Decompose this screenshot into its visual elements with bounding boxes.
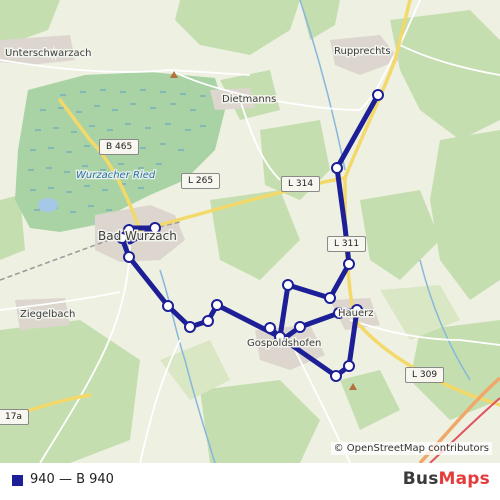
brand-part-maps: Maps [438, 469, 490, 489]
bus-stop-marker[interactable] [330, 370, 342, 382]
road-shield-l311: L 311 [327, 236, 367, 252]
bus-stop-marker[interactable] [294, 321, 306, 333]
bus-stop-marker[interactable] [282, 279, 294, 291]
bus-stop-marker[interactable] [162, 300, 174, 312]
bus-stop-marker[interactable] [343, 360, 355, 372]
road-shield-l314: L 314 [281, 176, 321, 192]
place-label-unterschwarzach: Unterschwarzach [5, 48, 92, 59]
place-label-gospoldshofen: Gospoldshofen [247, 338, 321, 349]
map-svg: Unterschwarzach Rupprechts Dietmanns Zie… [0, 0, 500, 463]
brand-part-bus: Bus [402, 469, 439, 489]
bus-stop-marker[interactable] [211, 299, 223, 311]
wetland-label: Wurzacher Ried [76, 170, 156, 181]
map-canvas[interactable]: Unterschwarzach Rupprechts Dietmanns Zie… [0, 0, 500, 463]
route-color-swatch [12, 475, 23, 486]
bus-stop-marker[interactable] [324, 292, 336, 304]
route-legend-label: 940 — B 940 [30, 472, 114, 487]
bus-stop-marker[interactable] [331, 162, 343, 174]
busmaps-logo[interactable]: BusMaps [403, 469, 490, 489]
bus-stop-marker[interactable] [123, 251, 135, 263]
road-shield-l309: L 309 [405, 367, 445, 383]
bus-stop-marker[interactable] [184, 321, 196, 333]
road-shield-l265: L 265 [181, 173, 221, 189]
place-label-dietmanns: Dietmanns [222, 94, 276, 105]
place-label-bad-wurzach: Bad Wurzach [98, 229, 177, 243]
map-attribution[interactable]: © OpenStreetMap contributors [330, 442, 492, 455]
bus-stop-marker[interactable] [264, 322, 276, 334]
road-shield-b465: B 465 [99, 139, 140, 155]
road-shield-17a: 17a [0, 409, 29, 425]
bus-stop-marker[interactable] [343, 258, 355, 270]
bus-stop-marker[interactable] [372, 89, 384, 101]
place-label-ziegelbach: Ziegelbach [20, 309, 75, 320]
bus-stop-marker[interactable] [202, 315, 214, 327]
place-label-hauerz: Hauerz [338, 308, 374, 319]
place-label-rupprechts: Rupprechts [334, 46, 391, 57]
